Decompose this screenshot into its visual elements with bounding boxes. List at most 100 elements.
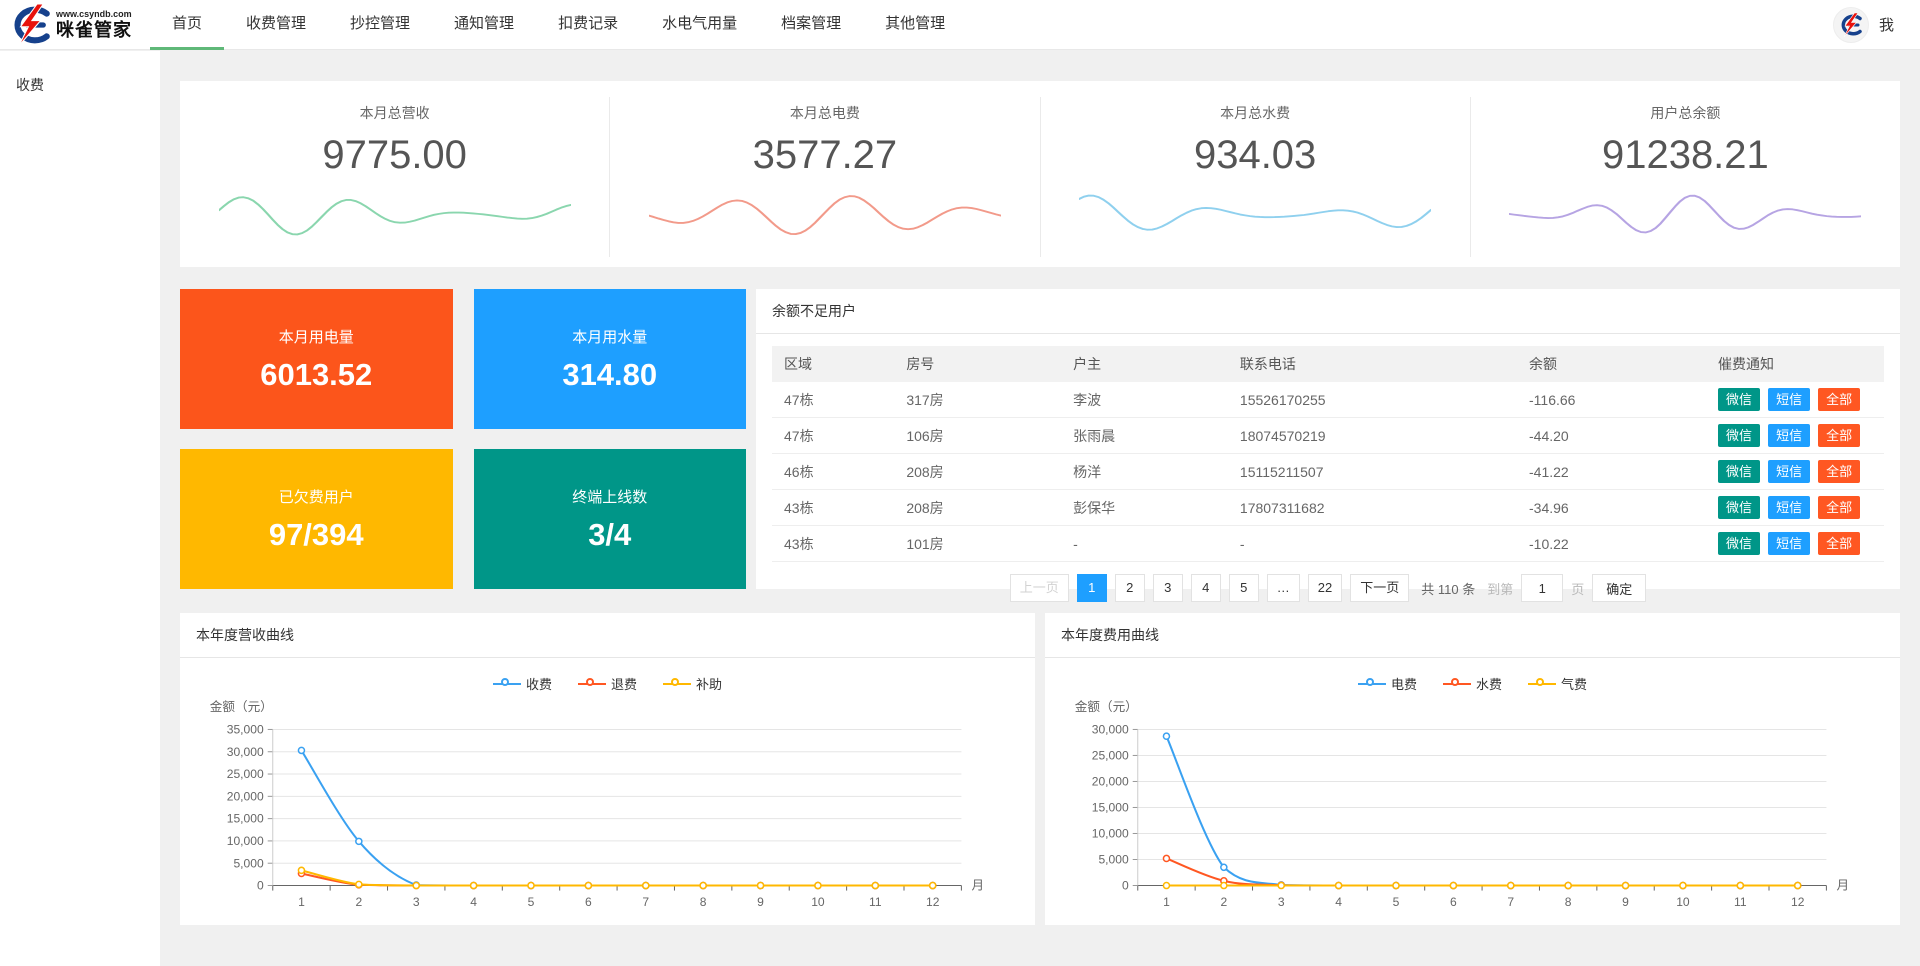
wechat-notify-button[interactable]: 微信: [1718, 388, 1760, 411]
pagination-page-suffix: 页: [1571, 579, 1584, 598]
cell-room: 317房: [894, 382, 1061, 418]
legend-item-2[interactable]: 退费: [578, 674, 637, 693]
cell-area: 43栋: [772, 526, 894, 562]
confirm-button[interactable]: 确定: [1592, 574, 1646, 602]
summary-tiles: 本月用电量6013.52本月用水量314.80已欠费用户97/394终端上线数3…: [180, 289, 746, 589]
cell-owner: 李波: [1061, 382, 1228, 418]
sidebar-item-1[interactable]: 收费: [0, 51, 160, 105]
cell-phone: 15115211507: [1228, 454, 1517, 490]
legend-item-1[interactable]: 收费: [493, 674, 552, 693]
cell-balance: -116.66: [1517, 382, 1706, 418]
column-header: 余额: [1517, 346, 1706, 382]
nav-item-8[interactable]: 其他管理: [863, 0, 967, 50]
all-notify-button[interactable]: 全部: [1818, 424, 1860, 447]
svg-text:1: 1: [298, 895, 305, 909]
svg-text:7: 7: [1507, 895, 1514, 909]
user-avatar[interactable]: [1833, 7, 1869, 43]
table-row: 43栋208房彭保华17807311682-34.96微信短信全部: [772, 490, 1884, 526]
sparkline-chart: [1509, 184, 1861, 246]
svg-text:8: 8: [700, 895, 707, 909]
low-balance-table: 区域房号户主联系电话余额催费通知 47栋317房李波15526170255-11…: [772, 346, 1884, 562]
pagination-page-3[interactable]: 3: [1153, 574, 1183, 602]
cell-area: 47栋: [772, 382, 894, 418]
pagination-page-2[interactable]: 2: [1115, 574, 1145, 602]
low-balance-panel: 余额不足用户 区域房号户主联系电话余额催费通知 47栋317房李波1552617…: [756, 289, 1900, 589]
svg-text:20,000: 20,000: [227, 789, 264, 803]
column-header: 户主: [1061, 346, 1228, 382]
all-notify-button[interactable]: 全部: [1818, 460, 1860, 483]
cell-area: 43栋: [772, 490, 894, 526]
svg-text:11: 11: [869, 895, 882, 909]
sms-notify-button[interactable]: 短信: [1768, 388, 1810, 411]
pagination-page-1[interactable]: 1: [1077, 574, 1107, 602]
all-notify-button[interactable]: 全部: [1818, 496, 1860, 519]
svg-text:12: 12: [926, 895, 940, 909]
pagination-page-…[interactable]: …: [1267, 574, 1300, 602]
nav-item-7[interactable]: 档案管理: [759, 0, 863, 50]
pagination-page-22[interactable]: 22: [1308, 574, 1342, 602]
tile-label: 本月用电量: [279, 326, 354, 347]
pagination-page-5[interactable]: 5: [1229, 574, 1259, 602]
svg-text:15,000: 15,000: [1092, 801, 1129, 815]
legend-item-1[interactable]: 电费: [1358, 674, 1417, 693]
sms-notify-button[interactable]: 短信: [1768, 496, 1810, 519]
svg-text:10: 10: [811, 895, 825, 909]
cell-actions: 微信短信全部: [1706, 490, 1884, 526]
wechat-notify-button[interactable]: 微信: [1718, 496, 1760, 519]
svg-text:5,000: 5,000: [233, 856, 263, 870]
nav-item-1[interactable]: 首页: [150, 0, 224, 50]
cell-balance: -44.20: [1517, 418, 1706, 454]
nav-item-5[interactable]: 扣费记录: [536, 0, 640, 50]
nav-item-6[interactable]: 水电气用量: [640, 0, 759, 50]
cell-balance: -34.96: [1517, 490, 1706, 526]
legend-label: 水费: [1476, 674, 1502, 693]
legend-item-2[interactable]: 水费: [1443, 674, 1502, 693]
svg-text:3: 3: [1278, 895, 1285, 909]
svg-text:6: 6: [1450, 895, 1457, 909]
tile-value: 3/4: [588, 517, 631, 553]
svg-text:9: 9: [757, 895, 764, 909]
pagination-next[interactable]: 下一页: [1350, 574, 1409, 602]
wechat-notify-button[interactable]: 微信: [1718, 532, 1760, 555]
cell-phone: 17807311682: [1228, 490, 1517, 526]
legend-line-icon: [1443, 678, 1471, 690]
nav-item-2[interactable]: 收费管理: [224, 0, 328, 50]
stat-card-4: 用户总余额91238.21: [1471, 97, 1900, 257]
cell-area: 46栋: [772, 454, 894, 490]
goto-page-input[interactable]: [1521, 574, 1563, 602]
main-nav: 首页收费管理抄控管理通知管理扣费记录水电气用量档案管理其他管理: [150, 0, 967, 50]
svg-text:5: 5: [1393, 895, 1400, 909]
user-menu-label[interactable]: 我: [1879, 14, 1894, 35]
nav-item-3[interactable]: 抄控管理: [328, 0, 432, 50]
cell-room: 208房: [894, 454, 1061, 490]
chart-title: 本年度费用曲线: [1045, 613, 1900, 658]
sms-notify-button[interactable]: 短信: [1768, 460, 1810, 483]
wechat-notify-button[interactable]: 微信: [1718, 460, 1760, 483]
svg-text:25,000: 25,000: [1092, 748, 1129, 762]
app-header: www.csyndb.com 咪雀管家 首页收费管理抄控管理通知管理扣费记录水电…: [0, 0, 1920, 50]
sms-notify-button[interactable]: 短信: [1768, 532, 1810, 555]
cell-owner: 彭保华: [1061, 490, 1228, 526]
nav-item-4[interactable]: 通知管理: [432, 0, 536, 50]
pagination-page-4[interactable]: 4: [1191, 574, 1221, 602]
chart-panel-1: 本年度营收曲线收费退费补助金额（元）05,00010,00015,00020,0…: [180, 613, 1035, 925]
all-notify-button[interactable]: 全部: [1818, 532, 1860, 555]
stat-value: 3577.27: [753, 133, 898, 178]
svg-text:1: 1: [1163, 895, 1170, 909]
cell-balance: -41.22: [1517, 454, 1706, 490]
wechat-notify-button[interactable]: 微信: [1718, 424, 1760, 447]
cell-room: 101房: [894, 526, 1061, 562]
legend-item-3[interactable]: 气费: [1528, 674, 1587, 693]
sms-notify-button[interactable]: 短信: [1768, 424, 1810, 447]
pagination-prev[interactable]: 上一页: [1010, 574, 1069, 602]
legend-item-3[interactable]: 补助: [663, 674, 722, 693]
legend-label: 收费: [526, 674, 552, 693]
stat-panel: 本月总营收9775.00本月总电费3577.27本月总水费934.03用户总余额…: [180, 81, 1900, 267]
all-notify-button[interactable]: 全部: [1818, 388, 1860, 411]
stat-value: 91238.21: [1602, 133, 1769, 178]
svg-text:6: 6: [585, 895, 592, 909]
svg-text:8: 8: [1565, 895, 1572, 909]
svg-text:0: 0: [257, 879, 264, 893]
chart-panel-2: 本年度费用曲线电费水费气费金额（元）05,00010,00015,00020,0…: [1045, 613, 1900, 925]
stat-value: 9775.00: [322, 133, 467, 178]
